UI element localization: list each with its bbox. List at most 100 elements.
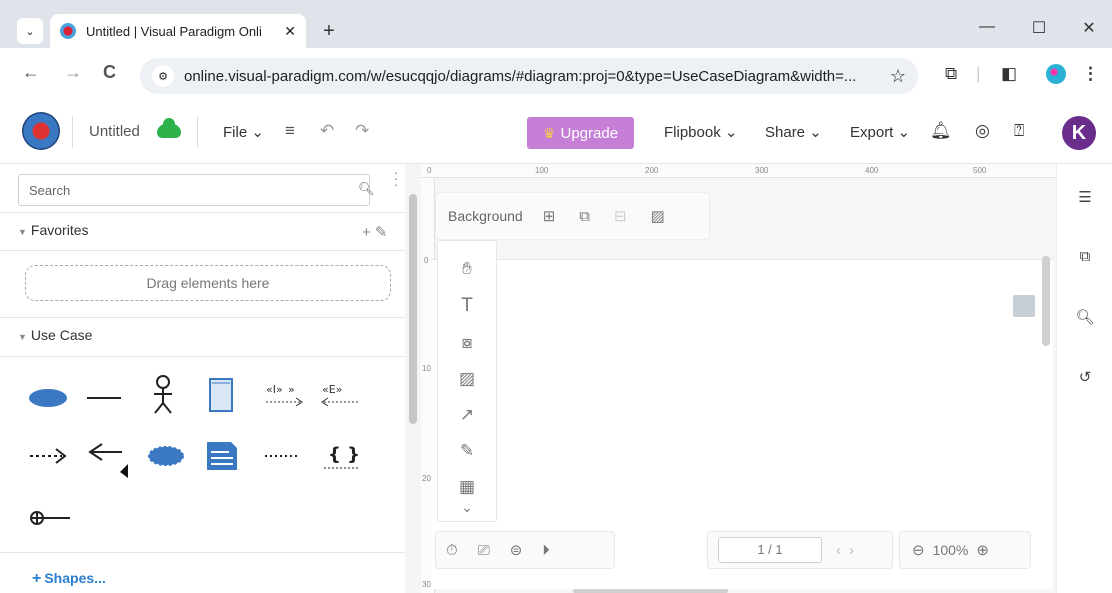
next-page-icon[interactable]: › [849, 542, 854, 559]
generalization-arrow-icon[interactable] [86, 438, 130, 482]
hamburger-menu-icon[interactable]: ≡ [285, 121, 295, 141]
hand-pan-tool-icon[interactable]: ✋︎ [438, 259, 496, 279]
association-line-icon[interactable] [86, 386, 122, 410]
tab-close-icon[interactable]: ✕ [284, 23, 296, 40]
page-navigator: 1 / 1 ‹ › [707, 531, 893, 569]
address-bar[interactable]: ⚙ online.visual-paradigm.com/w/esucqqjo/… [140, 58, 918, 94]
forward-button[interactable]: → [64, 62, 82, 83]
canvas-horizontal-scrollbar[interactable] [573, 589, 728, 593]
shapes-tool-icon[interactable]: ⧇ [438, 333, 496, 353]
back-button[interactable]: ← [22, 62, 40, 83]
more-shapes-link[interactable]: + Shapes... [32, 570, 106, 588]
zoom-out-icon[interactable]: ⊖ [912, 541, 925, 559]
browser-profile-avatar[interactable] [1046, 64, 1066, 84]
redo-icon[interactable]: ↷ [355, 121, 369, 141]
constraint-icon[interactable]: { } [320, 436, 362, 474]
connector-tool-icon[interactable]: ↗ [438, 405, 496, 425]
notification-bell-icon[interactable]: 🔔︎ [930, 121, 952, 141]
ruler-label: 200 [645, 166, 659, 175]
use-case-section-header[interactable]: ▼ Use Case [18, 327, 400, 343]
format-panel-icon[interactable]: ☰ [1057, 188, 1112, 206]
export-menu[interactable]: Export ⌄ [850, 123, 910, 141]
crown-icon: ♛ [542, 124, 556, 141]
shape-search-input[interactable] [18, 174, 370, 206]
actor-icon[interactable] [150, 374, 176, 416]
pen-tool-icon[interactable]: ✎ [438, 441, 496, 461]
bookmark-star-icon[interactable]: ☆ [890, 66, 906, 87]
video-icon[interactable]: ⎚ [478, 542, 490, 559]
paste-background-icon[interactable]: ⊟ [614, 207, 627, 225]
section-divider [0, 250, 405, 251]
use-case-ellipse-icon[interactable] [28, 386, 68, 410]
collapse-triangle-icon: ▼ [18, 332, 27, 342]
zoom-controls: ⊖ 100% ⊕ [899, 531, 1031, 569]
include-relationship-icon[interactable]: «I» » [262, 376, 306, 414]
ruler-label: 100 [535, 166, 549, 175]
shapes-link-label: Shapes... [44, 570, 106, 586]
extend-relationship-icon[interactable]: «E» [318, 376, 362, 414]
pages-panel-icon[interactable]: ⧉ [1057, 248, 1112, 265]
undo-icon[interactable]: ↶ [320, 121, 334, 141]
upgrade-button[interactable]: ♛ Upgrade [527, 117, 634, 149]
side-panel-icon[interactable]: ◧ [1001, 64, 1017, 84]
help-icon[interactable]: ⍰ [1014, 121, 1024, 141]
horizontal-ruler: 0 100 200 300 400 500 [421, 164, 1056, 178]
ruler-label: 400 [865, 166, 879, 175]
file-menu[interactable]: File ⌄ [223, 123, 264, 141]
note-document-icon[interactable] [204, 438, 240, 474]
scroll-thumb[interactable] [409, 194, 417, 424]
table-tool-icon[interactable]: ▦ [438, 477, 496, 497]
anchor-line-icon[interactable] [262, 444, 302, 468]
containment-icon[interactable] [28, 506, 72, 530]
extensions-icon[interactable]: ⧉ [945, 64, 957, 84]
maximize-button[interactable]: ☐ [1024, 18, 1054, 38]
share-menu[interactable]: Share ⌄ [765, 123, 822, 141]
header-divider [72, 116, 73, 148]
page-indicator[interactable]: 1 / 1 [718, 537, 822, 563]
previous-page-icon[interactable]: ‹ [836, 542, 841, 559]
favorites-drop-zone[interactable]: Drag elements here [25, 265, 391, 301]
presentation-controls: ⏱︎ ⎚ ⊜ ⏵ [435, 531, 615, 569]
system-boundary-icon[interactable] [206, 376, 236, 414]
text-tool-icon[interactable]: T [438, 295, 496, 317]
app-header: Untitled File ⌄ ≡ ↶ ↷ ♛ Upgrade Flipbook… [0, 102, 1112, 164]
timer-icon[interactable]: ⏱︎ [446, 542, 458, 559]
search-panel-icon[interactable]: 🔍︎ [1057, 308, 1112, 326]
flipbook-menu[interactable]: Flipbook ⌄ [664, 123, 737, 141]
panel-options-icon[interactable]: · · · [394, 166, 398, 191]
right-side-rail: ☰ ⧉ 🔍︎ ↺ [1056, 164, 1112, 593]
slideshow-play-icon[interactable]: ⏵ [542, 542, 550, 559]
user-avatar[interactable]: K [1062, 116, 1096, 150]
preview-eye-icon[interactable]: ◎ [975, 121, 990, 141]
dependency-arrow-icon[interactable] [28, 444, 68, 468]
search-icon[interactable]: 🔍︎ [358, 181, 375, 197]
history-icon[interactable]: ↺ [1057, 368, 1112, 386]
image-background-icon[interactable]: ▨ [651, 207, 665, 225]
copy-background-icon[interactable]: ⧉ [579, 208, 590, 225]
image-tool-icon[interactable]: ▨ [438, 369, 496, 389]
site-info-icon[interactable]: ⚙ [152, 65, 174, 87]
document-title[interactable]: Untitled [89, 123, 140, 140]
visual-paradigm-logo[interactable] [22, 112, 60, 150]
comment-icon[interactable]: ⊜ [510, 541, 523, 559]
window-close-button[interactable]: ✕ [1074, 18, 1104, 38]
new-tab-button[interactable]: + [316, 18, 342, 44]
sticky-note-icon[interactable] [1013, 295, 1035, 317]
favorites-actions[interactable]: + ✎ [362, 223, 388, 241]
favorites-section-header[interactable]: ▼ Favorites [18, 222, 400, 238]
more-tools-chevron-icon[interactable]: ⌄ [438, 499, 496, 516]
collaboration-icon[interactable] [146, 444, 186, 468]
section-divider [0, 212, 405, 213]
minimize-button[interactable]: — [972, 18, 1002, 36]
toolbar-divider: | [976, 64, 981, 83]
browser-menu-icon[interactable]: ⋮ [1082, 64, 1099, 84]
svg-text:{ }: { } [328, 444, 360, 465]
left-panel-scrollbar[interactable] [405, 164, 421, 593]
browser-tab[interactable]: Untitled | Visual Paradigm Onli ✕ [50, 14, 306, 48]
zoom-level[interactable]: 100% [933, 542, 969, 558]
reload-button[interactable]: C [103, 62, 116, 83]
add-background-icon[interactable]: ⊞ [543, 207, 556, 225]
tab-list-button[interactable]: ⌄ [17, 18, 43, 44]
zoom-in-icon[interactable]: ⊕ [976, 541, 989, 559]
canvas-vertical-scrollbar[interactable] [1042, 256, 1050, 346]
